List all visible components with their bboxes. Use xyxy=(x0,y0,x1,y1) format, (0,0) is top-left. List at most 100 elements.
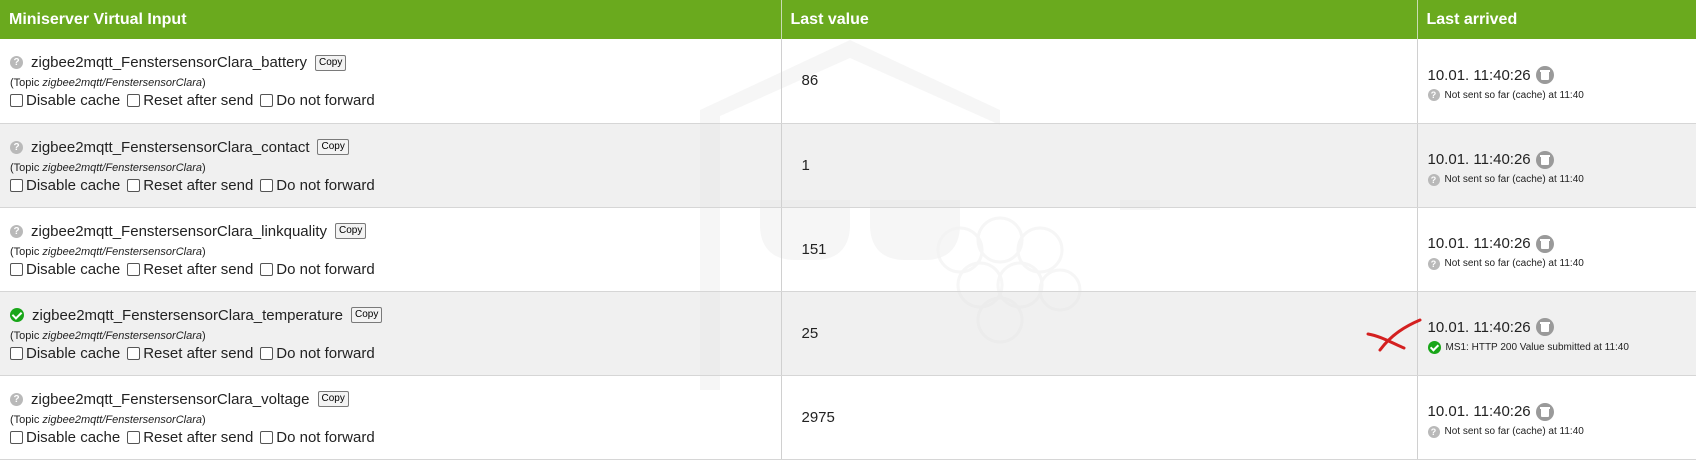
last-value: 151 xyxy=(801,240,827,258)
disable-cache-option[interactable]: Disable cache xyxy=(10,345,120,362)
options-line: Disable cache Reset after send Do not forw… xyxy=(10,345,771,362)
copy-button[interactable]: Copy xyxy=(317,139,349,155)
trash-icon[interactable] xyxy=(1535,234,1554,253)
do-not-forward-checkbox[interactable] xyxy=(260,178,274,192)
disable-cache-label: Disable cache xyxy=(26,176,121,194)
input-name-line: ? zigbee2mqtt_FenstersensorClara_voltage C… xyxy=(10,391,771,408)
trash-icon[interactable] xyxy=(1535,402,1554,421)
do-not-forward-option[interactable]: Do not forward xyxy=(260,261,375,278)
copy-button[interactable]: Copy xyxy=(335,223,367,239)
disable-cache-option[interactable]: Disable cache xyxy=(10,429,120,446)
reset-after-send-option[interactable]: Reset after send xyxy=(127,345,253,362)
topic-prefix: (Topic xyxy=(10,329,43,342)
last-value-cell: 2975 xyxy=(781,375,1418,460)
disable-cache-checkbox[interactable] xyxy=(10,178,23,192)
do-not-forward-checkbox[interactable] xyxy=(260,94,274,108)
do-not-forward-option[interactable]: Do not forward xyxy=(260,428,375,446)
last-value-cell: 86 xyxy=(781,39,1418,124)
disable-cache-label: Disable cache xyxy=(26,344,121,362)
arrived-status: Not sent so far (cache) at 11:40 xyxy=(1444,89,1584,101)
topic-prefix: (Topic xyxy=(10,245,43,258)
disable-cache-option[interactable]: Disable cache xyxy=(10,261,120,278)
reset-after-send-option[interactable]: Reset after send xyxy=(127,429,253,446)
do-not-forward-label: Do not forward xyxy=(276,176,375,194)
reset-after-send-checkbox[interactable] xyxy=(127,430,141,444)
table-row: zigbee2mqtt_FenstersensorClara_temperatu… xyxy=(0,291,1696,376)
input-name: zigbee2mqtt_FenstersensorClara_temperatu… xyxy=(32,306,343,324)
disable-cache-checkbox[interactable] xyxy=(10,346,23,360)
input-name: zigbee2mqtt_FenstersensorClara_contact xyxy=(31,138,310,156)
options-line: Disable cache Reset after send Do not forw… xyxy=(10,429,771,446)
copy-button[interactable]: Copy xyxy=(317,391,349,407)
do-not-forward-option[interactable]: Do not forward xyxy=(260,176,375,194)
do-not-forward-checkbox[interactable] xyxy=(260,262,274,276)
last-value: 86 xyxy=(801,72,819,90)
copy-button[interactable]: Copy xyxy=(314,54,347,71)
last-arrived-cell: 10.01. 11:40:26? Not sent so far (cache) … xyxy=(1417,207,1696,292)
table-row: ? zigbee2mqtt_FenstersensorClara_contact C… xyxy=(0,123,1696,208)
options-line: Disable cache Reset after send Do not forw… xyxy=(10,261,771,278)
disable-cache-label: Disable cache xyxy=(26,92,121,110)
disable-cache-option[interactable]: Disable cache xyxy=(10,92,120,109)
reset-after-send-checkbox[interactable] xyxy=(127,346,141,360)
trash-icon[interactable] xyxy=(1535,66,1554,85)
table-row: ? zigbee2mqtt_FenstersensorClara_voltage C… xyxy=(0,375,1696,460)
do-not-forward-checkbox[interactable] xyxy=(260,430,274,444)
do-not-forward-label: Do not forward xyxy=(276,428,375,446)
do-not-forward-label: Do not forward xyxy=(276,344,375,362)
topic-line: (Topic zigbee2mqtt/FenstersensorClara) xyxy=(10,330,771,342)
topic-suffix: ) xyxy=(201,77,206,90)
arrived-status: Not sent so far (cache) at 11:40 xyxy=(1444,174,1584,185)
input-name-line: ? zigbee2mqtt_FenstersensorClara_contact C… xyxy=(10,139,771,156)
input-cell: ? zigbee2mqtt_FenstersensorClara_voltage C… xyxy=(0,375,782,460)
arrived-status: Not sent so far (cache) at 11:40 xyxy=(1444,426,1584,437)
do-not-forward-option[interactable]: Do not forward xyxy=(260,344,375,362)
topic-name: zigbee2mqtt/FenstersensorClara xyxy=(42,245,202,258)
topic-prefix: (Topic xyxy=(10,77,43,90)
last-value-cell: 151 xyxy=(781,207,1418,292)
disable-cache-checkbox[interactable] xyxy=(10,94,23,108)
reset-after-send-label: Reset after send xyxy=(143,176,254,194)
table-row: ? zigbee2mqtt_FenstersensorClara_battery C… xyxy=(0,39,1696,124)
disable-cache-checkbox[interactable] xyxy=(10,430,23,444)
topic-name: zigbee2mqtt/FenstersensorClara xyxy=(42,329,202,342)
disable-cache-option[interactable]: Disable cache xyxy=(10,177,120,194)
arrived-time: 10.01. 11:40:26 xyxy=(1427,403,1531,420)
topic-line: (Topic zigbee2mqtt/FenstersensorClara) xyxy=(10,77,771,89)
input-cell: zigbee2mqtt_FenstersensorClara_temperatu… xyxy=(0,291,782,376)
question-icon: ? xyxy=(10,392,23,406)
input-name: zigbee2mqtt_FenstersensorClara_voltage xyxy=(31,390,310,408)
topic-suffix: ) xyxy=(201,161,206,174)
reset-after-send-option[interactable]: Reset after send xyxy=(127,92,253,109)
input-cell: ? zigbee2mqtt_FenstersensorClara_contact C… xyxy=(0,123,782,208)
do-not-forward-checkbox[interactable] xyxy=(260,346,274,360)
table-row: ? zigbee2mqtt_FenstersensorClara_linkqual… xyxy=(0,207,1696,292)
last-arrived-cell: 10.01. 11:40:26? Not sent so far (cache) … xyxy=(1417,39,1696,124)
arrived-status: Not sent so far (cache) at 11:40 xyxy=(1444,258,1584,269)
reset-after-send-checkbox[interactable] xyxy=(127,178,141,192)
reset-after-send-checkbox[interactable] xyxy=(127,94,141,108)
question-icon: ? xyxy=(10,56,23,70)
reset-after-send-checkbox[interactable] xyxy=(127,262,141,276)
trash-icon[interactable] xyxy=(1535,318,1554,336)
last-value-cell: 1 xyxy=(781,123,1418,208)
input-cell: ? zigbee2mqtt_FenstersensorClara_linkqual… xyxy=(0,207,782,292)
reset-after-send-option[interactable]: Reset after send xyxy=(127,261,253,278)
topic-name: zigbee2mqtt/FenstersensorClara xyxy=(42,413,202,426)
input-name-line: zigbee2mqtt_FenstersensorClara_temperatu… xyxy=(10,307,771,324)
arrived-time-line: 10.01. 11:40:26 xyxy=(1428,150,1687,169)
last-arrived-cell: 10.01. 11:40:26? Not sent so far (cache) … xyxy=(1417,375,1696,460)
topic-suffix: ) xyxy=(201,245,206,258)
arrived-time: 10.01. 11:40:26 xyxy=(1427,318,1531,336)
reset-after-send-option[interactable]: Reset after send xyxy=(127,177,253,194)
disable-cache-checkbox[interactable] xyxy=(10,262,23,276)
topic-line: (Topic zigbee2mqtt/FenstersensorClara) xyxy=(10,246,771,258)
last-value: 2975 xyxy=(801,408,835,426)
column-header-last-arrived: Last arrived xyxy=(1417,0,1696,39)
arrived-status-line: MS1: HTTP 200 Value submitted at 11:40 xyxy=(1427,341,1687,354)
reset-after-send-label: Reset after send xyxy=(143,92,254,110)
arrived-time: 10.01. 11:40:26 xyxy=(1427,235,1531,252)
trash-icon[interactable] xyxy=(1535,150,1554,169)
copy-button[interactable]: Copy xyxy=(351,307,383,323)
do-not-forward-option[interactable]: Do not forward xyxy=(260,92,375,109)
